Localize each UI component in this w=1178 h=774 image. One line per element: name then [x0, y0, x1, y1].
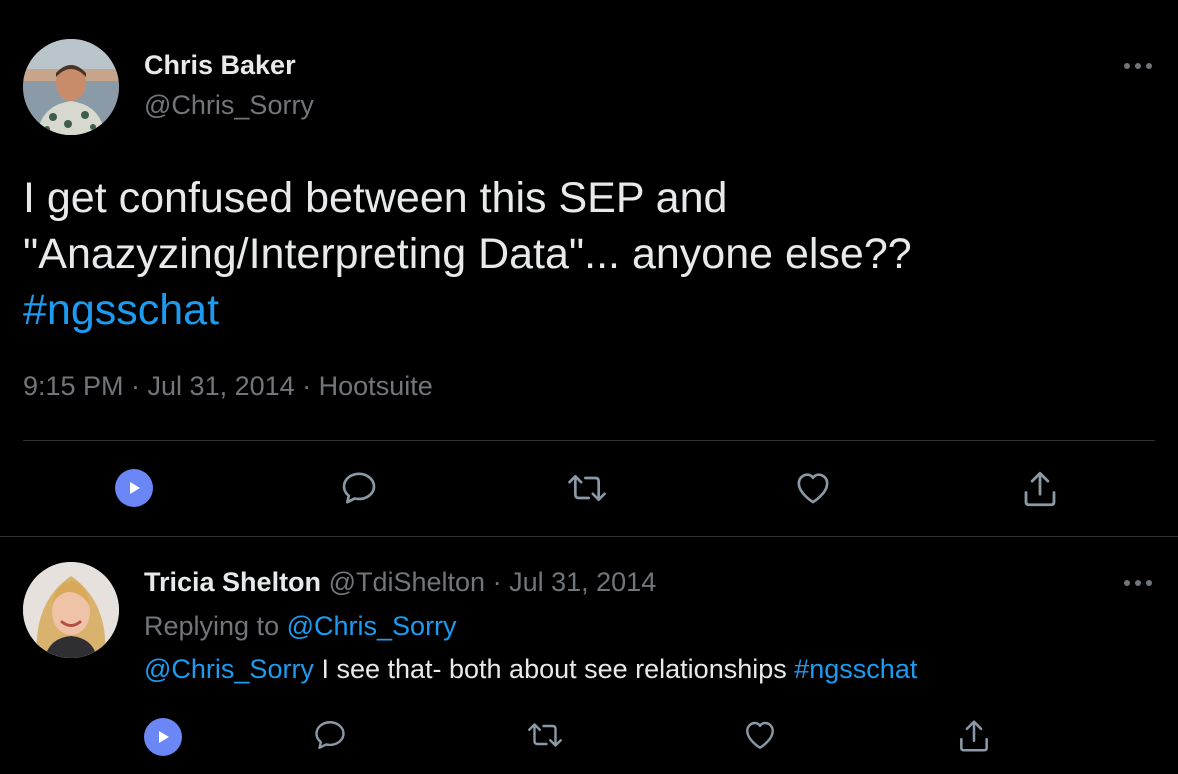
- heart-icon: [797, 473, 829, 504]
- reply-button[interactable]: [312, 717, 348, 753]
- play-button[interactable]: [144, 718, 182, 756]
- retweet-button[interactable]: [525, 717, 565, 753]
- retweet-button[interactable]: [565, 468, 609, 508]
- more-options-button[interactable]: [1120, 56, 1156, 76]
- avatar[interactable]: [23, 39, 119, 135]
- hashtag-link[interactable]: #ngsschat: [23, 282, 1143, 338]
- play-icon: [144, 718, 182, 756]
- mention-link[interactable]: @Chris_Sorry: [144, 654, 314, 684]
- tweet-text-line: I get confused between this SEP and: [23, 174, 728, 222]
- play-button[interactable]: [115, 469, 153, 507]
- share-icon: [960, 720, 988, 752]
- retweet-icon: [528, 723, 562, 747]
- tweet-text-body: I see that- both about see relationships: [313, 654, 795, 684]
- avatar-photo: [23, 562, 119, 658]
- ellipsis-icon: [1124, 580, 1152, 586]
- reply-button[interactable]: [339, 468, 379, 508]
- tweet-actions: [0, 468, 1178, 508]
- ellipsis-icon: [1124, 63, 1152, 69]
- like-button[interactable]: [792, 468, 834, 508]
- reply-icon: [315, 721, 345, 749]
- share-button[interactable]: [955, 717, 993, 755]
- heart-icon: [746, 721, 774, 749]
- tweet-text-line: "Anazyzing/Interpreting Data"... anyone …: [23, 230, 912, 278]
- avatar[interactable]: [23, 562, 119, 658]
- author-name[interactable]: Chris Baker: [144, 50, 296, 81]
- hashtag-link[interactable]: #ngsschat: [794, 654, 917, 684]
- reply-header: Tricia Shelton @TdiShelton · Jul 31, 201…: [144, 567, 656, 598]
- reply-tweet[interactable]: Tricia Shelton @TdiShelton · Jul 31, 201…: [0, 537, 1178, 774]
- tweet-date[interactable]: Jul 31, 2014: [509, 567, 656, 597]
- replying-to-label: Replying to: [144, 611, 280, 641]
- retweet-icon: [568, 475, 606, 501]
- tweet-text: @Chris_Sorry I see that- both about see …: [144, 654, 917, 685]
- tweet-actions: [0, 717, 1178, 757]
- main-tweet: Chris Baker @Chris_Sorry I get confused …: [0, 0, 1178, 536]
- tweet-text: I get confused between this SEP and "Ana…: [23, 170, 1143, 338]
- author-handle[interactable]: @TdiShelton: [329, 567, 486, 597]
- mention-link[interactable]: @Chris_Sorry: [287, 611, 457, 641]
- share-icon: [1024, 471, 1056, 507]
- play-icon: [115, 469, 153, 507]
- replying-to: Replying to @Chris_Sorry: [144, 611, 457, 642]
- tweet-timestamp[interactable]: 9:15 PM · Jul 31, 2014 · Hootsuite: [23, 371, 433, 402]
- like-button[interactable]: [741, 717, 779, 753]
- author-handle[interactable]: @Chris_Sorry: [144, 90, 314, 121]
- separator-dot: ·: [492, 567, 502, 597]
- author-name[interactable]: Tricia Shelton: [144, 567, 321, 597]
- reply-icon: [342, 472, 376, 504]
- divider: [23, 440, 1155, 441]
- tweet-thread-page: Chris Baker @Chris_Sorry I get confused …: [0, 0, 1178, 774]
- avatar-photo: [23, 39, 119, 135]
- share-button[interactable]: [1019, 468, 1061, 510]
- more-options-button[interactable]: [1120, 573, 1156, 593]
